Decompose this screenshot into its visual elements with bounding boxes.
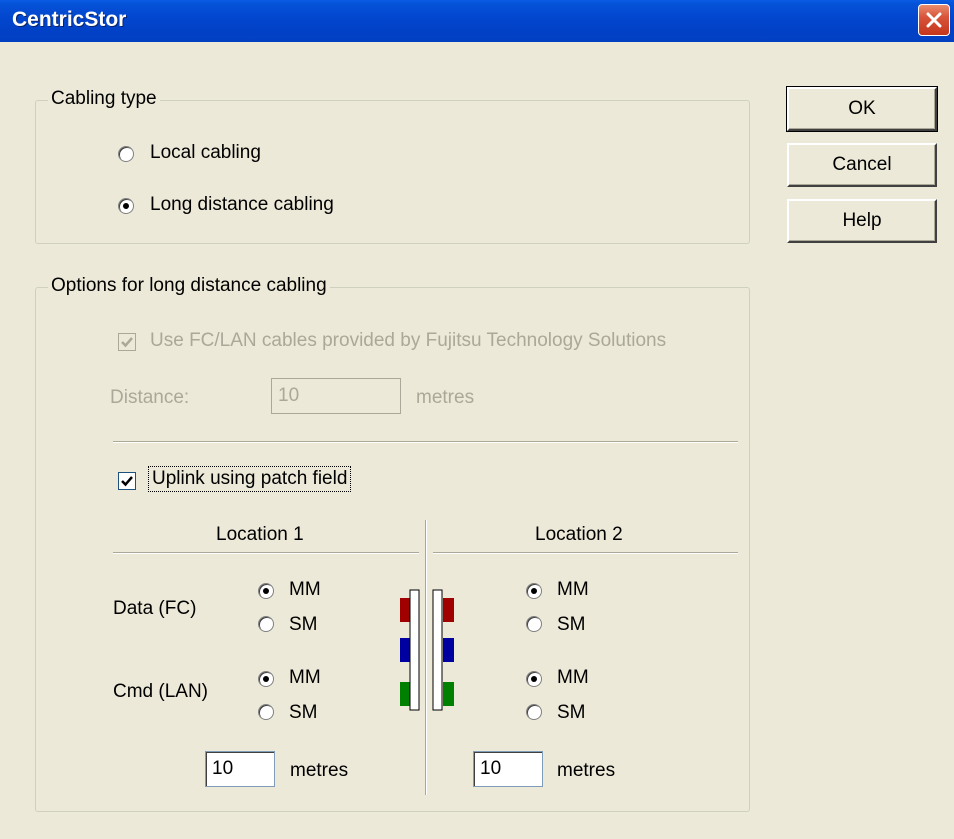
title-bar[interactable]: CentricStor	[0, 0, 954, 42]
patch-connector-extra-left	[400, 682, 411, 706]
separator	[113, 441, 738, 443]
checkmark-icon	[121, 337, 133, 348]
loc1-cmd-mm-label[interactable]: MM	[289, 667, 321, 689]
local-cabling-radio[interactable]	[118, 146, 134, 162]
patch-connector-data-left	[400, 598, 411, 622]
patch-panel-right	[432, 589, 443, 711]
loc2-metres-unit: metres	[557, 760, 616, 781]
patch-connector-data-right	[443, 598, 454, 622]
loc1-cmd-sm-radio[interactable]	[258, 704, 274, 720]
location-2-underline	[433, 552, 738, 554]
patch-panel-left	[409, 589, 420, 711]
uplink-patch-field-checkbox[interactable]	[118, 472, 136, 490]
long-distance-options-legend: Options for long distance cabling	[48, 275, 330, 297]
loc1-data-sm-label[interactable]: SM	[289, 614, 318, 636]
help-button[interactable]: Help	[787, 199, 937, 243]
distance-input[interactable]: 10	[271, 378, 401, 414]
location-1-header: Location 1	[216, 524, 304, 545]
loc2-metres-input[interactable]: 10	[473, 751, 543, 787]
loc2-cmd-mm-radio[interactable]	[526, 671, 542, 687]
close-icon	[926, 12, 942, 28]
uplink-patch-field-label[interactable]: Uplink using patch field	[147, 466, 352, 492]
distance-label: Distance:	[110, 387, 190, 408]
close-button[interactable]	[918, 4, 950, 36]
use-fc-lan-label[interactable]: Use FC/LAN cables provided by Fujitsu Te…	[150, 330, 666, 352]
loc2-cmd-sm-radio[interactable]	[526, 704, 542, 720]
checkmark-icon	[121, 476, 133, 487]
local-cabling-label[interactable]: Local cabling	[150, 142, 261, 164]
loc2-cmd-sm-label[interactable]: SM	[557, 702, 586, 724]
cancel-button[interactable]: Cancel	[787, 143, 937, 187]
patch-connector-cmd-left	[400, 638, 411, 662]
use-fc-lan-checkbox[interactable]	[118, 333, 136, 351]
loc1-cmd-sm-label[interactable]: SM	[289, 702, 318, 724]
loc1-data-mm-radio[interactable]	[258, 583, 274, 599]
loc2-cmd-mm-label[interactable]: MM	[557, 667, 589, 689]
loc2-data-sm-radio[interactable]	[526, 616, 542, 632]
patch-connector-extra-right	[443, 682, 454, 706]
patch-connector-cmd-right	[443, 638, 454, 662]
long-distance-cabling-radio[interactable]	[118, 198, 134, 214]
loc1-data-mm-label[interactable]: MM	[289, 579, 321, 601]
long-distance-cabling-label[interactable]: Long distance cabling	[150, 194, 334, 216]
distance-unit: metres	[416, 387, 475, 408]
cmd-lan-label: Cmd (LAN)	[113, 681, 209, 702]
cabling-type-group	[35, 100, 750, 244]
loc1-metres-input[interactable]: 10	[205, 751, 275, 787]
loc2-data-sm-label[interactable]: SM	[557, 614, 586, 636]
patch-field-diagram	[400, 589, 454, 711]
data-fc-label: Data (FC)	[113, 598, 197, 619]
location-2-header: Location 2	[535, 524, 623, 545]
long-distance-options-group	[35, 287, 750, 812]
window-title: CentricStor	[12, 8, 127, 31]
location-1-underline	[113, 552, 419, 554]
loc2-data-mm-radio[interactable]	[526, 583, 542, 599]
loc2-data-mm-label[interactable]: MM	[557, 579, 589, 601]
loc1-data-sm-radio[interactable]	[258, 616, 274, 632]
loc1-metres-unit: metres	[290, 760, 349, 781]
loc1-cmd-mm-radio[interactable]	[258, 671, 274, 687]
cabling-type-legend: Cabling type	[48, 88, 160, 110]
ok-button[interactable]: OK	[786, 86, 938, 132]
